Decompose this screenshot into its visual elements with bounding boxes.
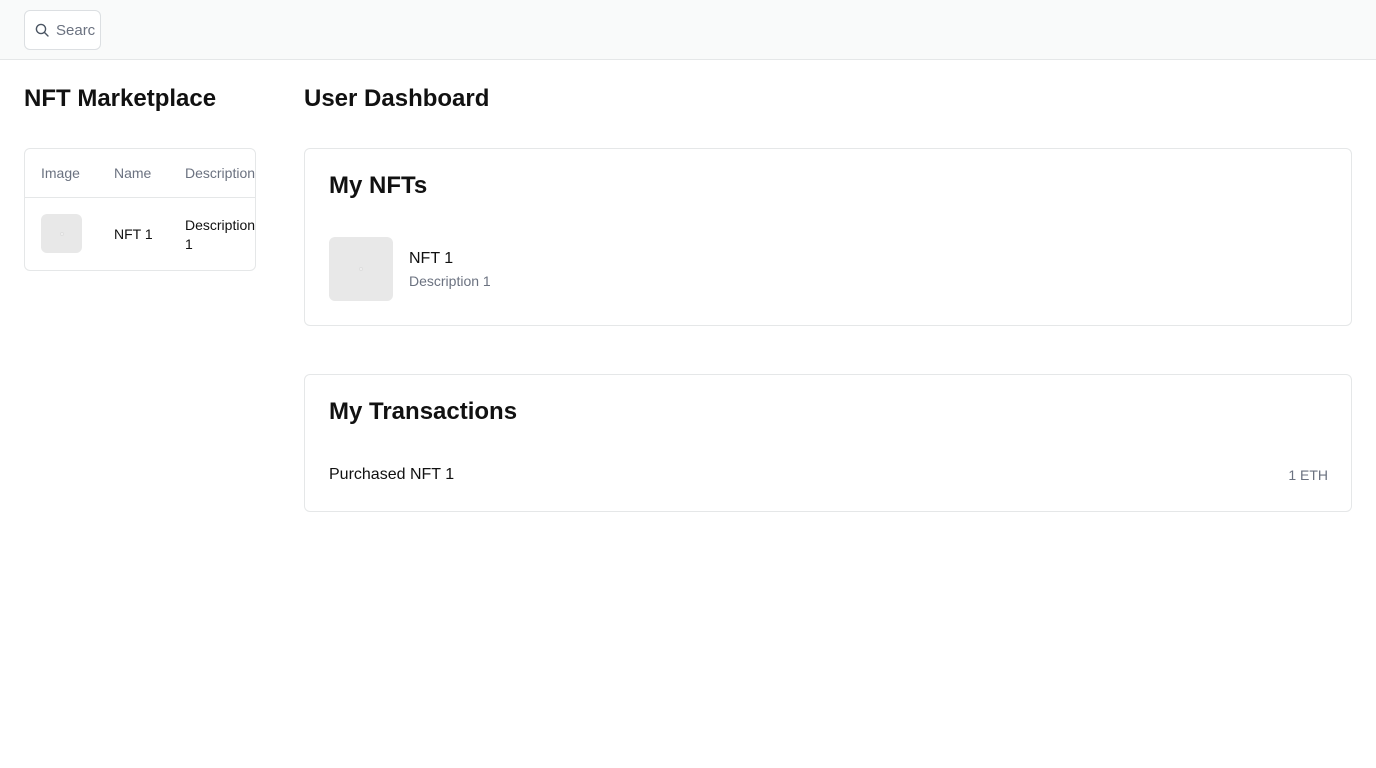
search-box[interactable] [24, 10, 101, 50]
transaction-amount: 1 ETH [1288, 467, 1328, 483]
nft-list-item[interactable]: NFT 1 Description 1 [329, 237, 1329, 301]
image-placeholder-icon [59, 231, 64, 236]
transaction-label: Purchased NFT 1 [329, 466, 455, 483]
my-nfts-title: My NFTs [329, 172, 428, 199]
marketplace-title: NFT Marketplace [24, 85, 217, 112]
search-input[interactable] [56, 21, 96, 39]
table-cell-description: Description 1 [185, 217, 255, 252]
table-header: Image Name Description [25, 149, 255, 198]
my-transactions-title: My Transactions [329, 398, 518, 425]
column-header-description: Description [185, 165, 256, 181]
my-transactions-card: My Transactions Purchased NFT 1 1 ETH [304, 374, 1352, 512]
transaction-item[interactable]: Purchased NFT 1 1 ETH [329, 465, 1328, 487]
nft-thumbnail [41, 214, 82, 253]
marketplace-table: Image Name Description NFT 1 Description… [24, 148, 256, 271]
nft-description: Description 1 [409, 273, 491, 289]
table-cell-name: NFT 1 [114, 226, 153, 242]
dashboard-title: User Dashboard [304, 85, 490, 112]
top-bar [0, 0, 1376, 60]
nft-name: NFT 1 [409, 250, 454, 267]
search-icon [35, 23, 49, 37]
column-header-image: Image [41, 165, 80, 181]
nft-image [329, 237, 393, 301]
table-row[interactable]: NFT 1 Description 1 [25, 198, 255, 270]
column-header-name: Name [114, 165, 152, 181]
my-nfts-card: My NFTs NFT 1 Description 1 [304, 148, 1352, 326]
image-placeholder-icon [359, 267, 363, 271]
